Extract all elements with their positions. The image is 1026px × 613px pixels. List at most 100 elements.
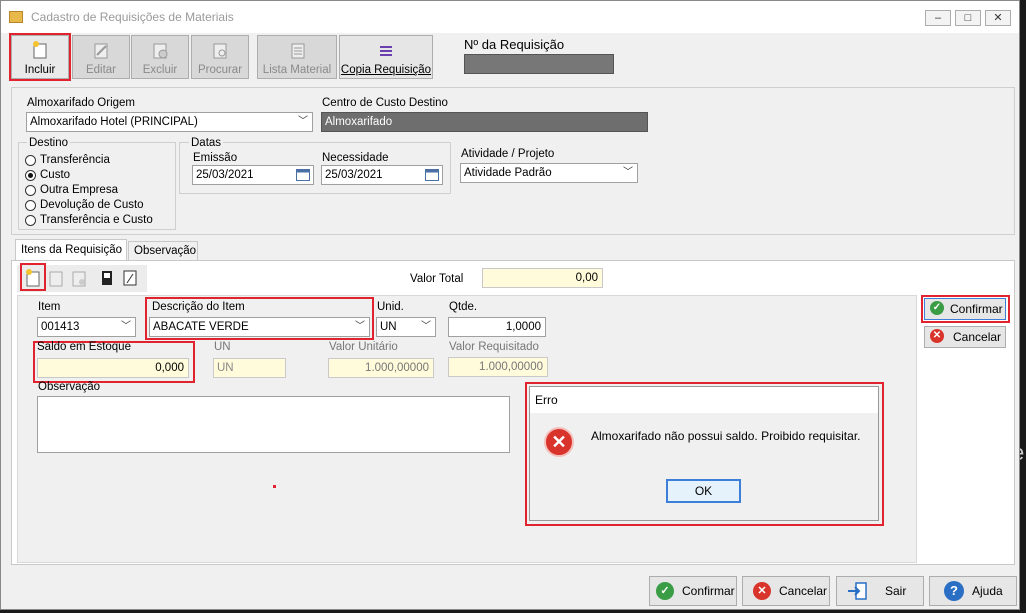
destino-radio[interactable] bbox=[25, 185, 36, 196]
chevron-down-icon: ﹀ bbox=[623, 167, 633, 178]
necessidade-value: 25/03/2021 bbox=[325, 169, 383, 181]
saldo-field: 0,000 bbox=[37, 358, 189, 378]
destino-option-label: Transferência bbox=[40, 154, 110, 166]
destino-radio[interactable] bbox=[25, 215, 36, 226]
unid-select[interactable]: UN ﹀ bbox=[376, 317, 436, 337]
check-icon: ✓ bbox=[656, 582, 674, 600]
ajuda-label: Ajuda bbox=[972, 584, 1003, 598]
error-dialog: Erro ✕ Almoxarifado não possui saldo. Pr… bbox=[529, 386, 879, 521]
unid-value: UN bbox=[380, 321, 397, 333]
destino-option-label: Transferência e Custo bbox=[40, 214, 153, 226]
window-title: Cadastro de Requisições de Materiais bbox=[31, 10, 234, 24]
cancelar-label: Cancelar bbox=[779, 584, 828, 598]
unid-label: Unid. bbox=[377, 301, 404, 313]
lista-material-label: Lista Material bbox=[262, 64, 332, 76]
side-cancelar-label: Cancelar bbox=[953, 330, 1002, 344]
editar-button[interactable]: Editar bbox=[72, 35, 130, 79]
side-confirmar-button[interactable]: ✓ Confirmar bbox=[924, 298, 1006, 320]
confirmar-label: Confirmar bbox=[682, 584, 735, 598]
check-icon: ✓ bbox=[930, 301, 944, 315]
chevron-down-icon: ﹀ bbox=[355, 321, 365, 332]
emissao-value: 25/03/2021 bbox=[196, 169, 254, 181]
red-dot-marker bbox=[273, 485, 276, 488]
procurar-button[interactable]: Procurar bbox=[191, 35, 249, 79]
tab-itens[interactable]: Itens da Requisição bbox=[15, 239, 127, 261]
minimize-button[interactable]: – bbox=[925, 10, 951, 26]
requisicao-label: Nº da Requisição bbox=[464, 37, 565, 52]
copia-requisicao-label: Copia Requisição bbox=[340, 64, 432, 76]
calendar-icon[interactable] bbox=[296, 169, 310, 181]
valor-unit-field: 1.000,00000 bbox=[328, 358, 434, 378]
necessidade-date-field[interactable]: 25/03/2021 bbox=[321, 165, 443, 185]
excluir-label: Excluir bbox=[142, 64, 178, 76]
error-icon: ✕ bbox=[544, 427, 574, 457]
ok-button[interactable]: OK bbox=[666, 479, 741, 503]
valor-req-field: 1.000,00000 bbox=[448, 357, 548, 377]
add-item-highlight bbox=[20, 263, 46, 291]
barcode-icon[interactable] bbox=[101, 269, 113, 287]
destino-radio[interactable] bbox=[25, 155, 36, 166]
delete-document-icon bbox=[153, 43, 168, 59]
qtde-input[interactable]: 1,0000 bbox=[448, 317, 546, 337]
obs-textarea[interactable] bbox=[37, 396, 510, 453]
descricao-select[interactable]: ABACATE VERDE ﹀ bbox=[149, 317, 370, 337]
error-dialog-titlebar bbox=[530, 387, 878, 413]
sair-button[interactable]: Sair bbox=[836, 576, 924, 606]
requisicao-number-field bbox=[464, 54, 614, 74]
atividade-label: Atividade / Projeto bbox=[461, 148, 555, 160]
exit-icon bbox=[848, 582, 867, 600]
tab-observacao[interactable]: Observação bbox=[128, 241, 198, 260]
cancel-icon: ✕ bbox=[930, 329, 944, 343]
maximize-button[interactable]: □ bbox=[955, 10, 981, 26]
destino-option-label: Devolução de Custo bbox=[40, 199, 144, 211]
centro-label: Centro de Custo Destino bbox=[322, 97, 448, 109]
destino-radio[interactable] bbox=[25, 200, 36, 211]
list-icon bbox=[291, 43, 305, 59]
side-confirmar-label: Confirmar bbox=[950, 302, 1003, 316]
chevron-down-icon: ﹀ bbox=[121, 321, 131, 332]
copy-list-icon bbox=[380, 46, 392, 56]
valor-unit-label: Valor Unitário bbox=[329, 341, 398, 353]
chevron-down-icon: ﹀ bbox=[421, 321, 431, 332]
saldo-label: Saldo em Estoque bbox=[37, 341, 131, 353]
emissao-date-field[interactable]: 25/03/2021 bbox=[192, 165, 314, 185]
almox-value: Almoxarifado Hotel (PRINCIPAL) bbox=[30, 116, 198, 128]
edit-item-icon[interactable] bbox=[48, 269, 64, 287]
datas-label: Datas bbox=[189, 137, 224, 149]
qtde-label: Qtde. bbox=[449, 301, 478, 313]
search-document-icon bbox=[213, 43, 227, 59]
delete-item-icon[interactable] bbox=[71, 269, 87, 287]
almox-label: Almoxarifado Origem bbox=[27, 97, 136, 109]
item-select[interactable]: 001413 ﹀ bbox=[37, 317, 136, 337]
valor-req-label: Valor Requisitado bbox=[449, 341, 539, 353]
cancelar-button[interactable]: ✕ Cancelar bbox=[742, 576, 830, 606]
editar-label: Editar bbox=[85, 64, 117, 76]
emissao-label: Emissão bbox=[193, 152, 238, 164]
confirmar-button[interactable]: ✓ Confirmar bbox=[649, 576, 737, 606]
edit-document-icon bbox=[94, 43, 108, 59]
atividade-value: Atividade Padrão bbox=[464, 167, 552, 179]
destino-label: Destino bbox=[27, 137, 70, 149]
item-value: 001413 bbox=[41, 321, 80, 333]
close-button[interactable]: ✕ bbox=[985, 10, 1011, 26]
lista-material-button[interactable]: Lista Material bbox=[257, 35, 337, 79]
valor-total-field: 0,00 bbox=[482, 268, 603, 288]
destino-radio[interactable] bbox=[25, 170, 36, 181]
excluir-button[interactable]: Excluir bbox=[131, 35, 189, 79]
person-icon[interactable] bbox=[123, 269, 137, 287]
copia-requisicao-button[interactable]: Copia Requisição bbox=[339, 35, 433, 79]
atividade-select[interactable]: Atividade Padrão ﹀ bbox=[460, 163, 638, 183]
destino-option-label: Outra Empresa bbox=[40, 184, 118, 196]
procurar-label: Procurar bbox=[197, 64, 243, 76]
almox-select[interactable]: Almoxarifado Hotel (PRINCIPAL) ﹀ bbox=[26, 112, 313, 132]
necessidade-label: Necessidade bbox=[322, 152, 389, 164]
un-field: UN bbox=[213, 358, 286, 378]
app-box-icon bbox=[9, 11, 23, 23]
calendar-icon[interactable] bbox=[425, 169, 439, 181]
descricao-value: ABACATE VERDE bbox=[153, 321, 249, 333]
valor-total-label: Valor Total bbox=[410, 273, 464, 285]
error-dialog-title: Erro bbox=[535, 393, 558, 407]
help-icon: ? bbox=[944, 581, 964, 601]
side-cancelar-button[interactable]: ✕ Cancelar bbox=[924, 326, 1006, 348]
ajuda-button[interactable]: ? Ajuda bbox=[929, 576, 1017, 606]
